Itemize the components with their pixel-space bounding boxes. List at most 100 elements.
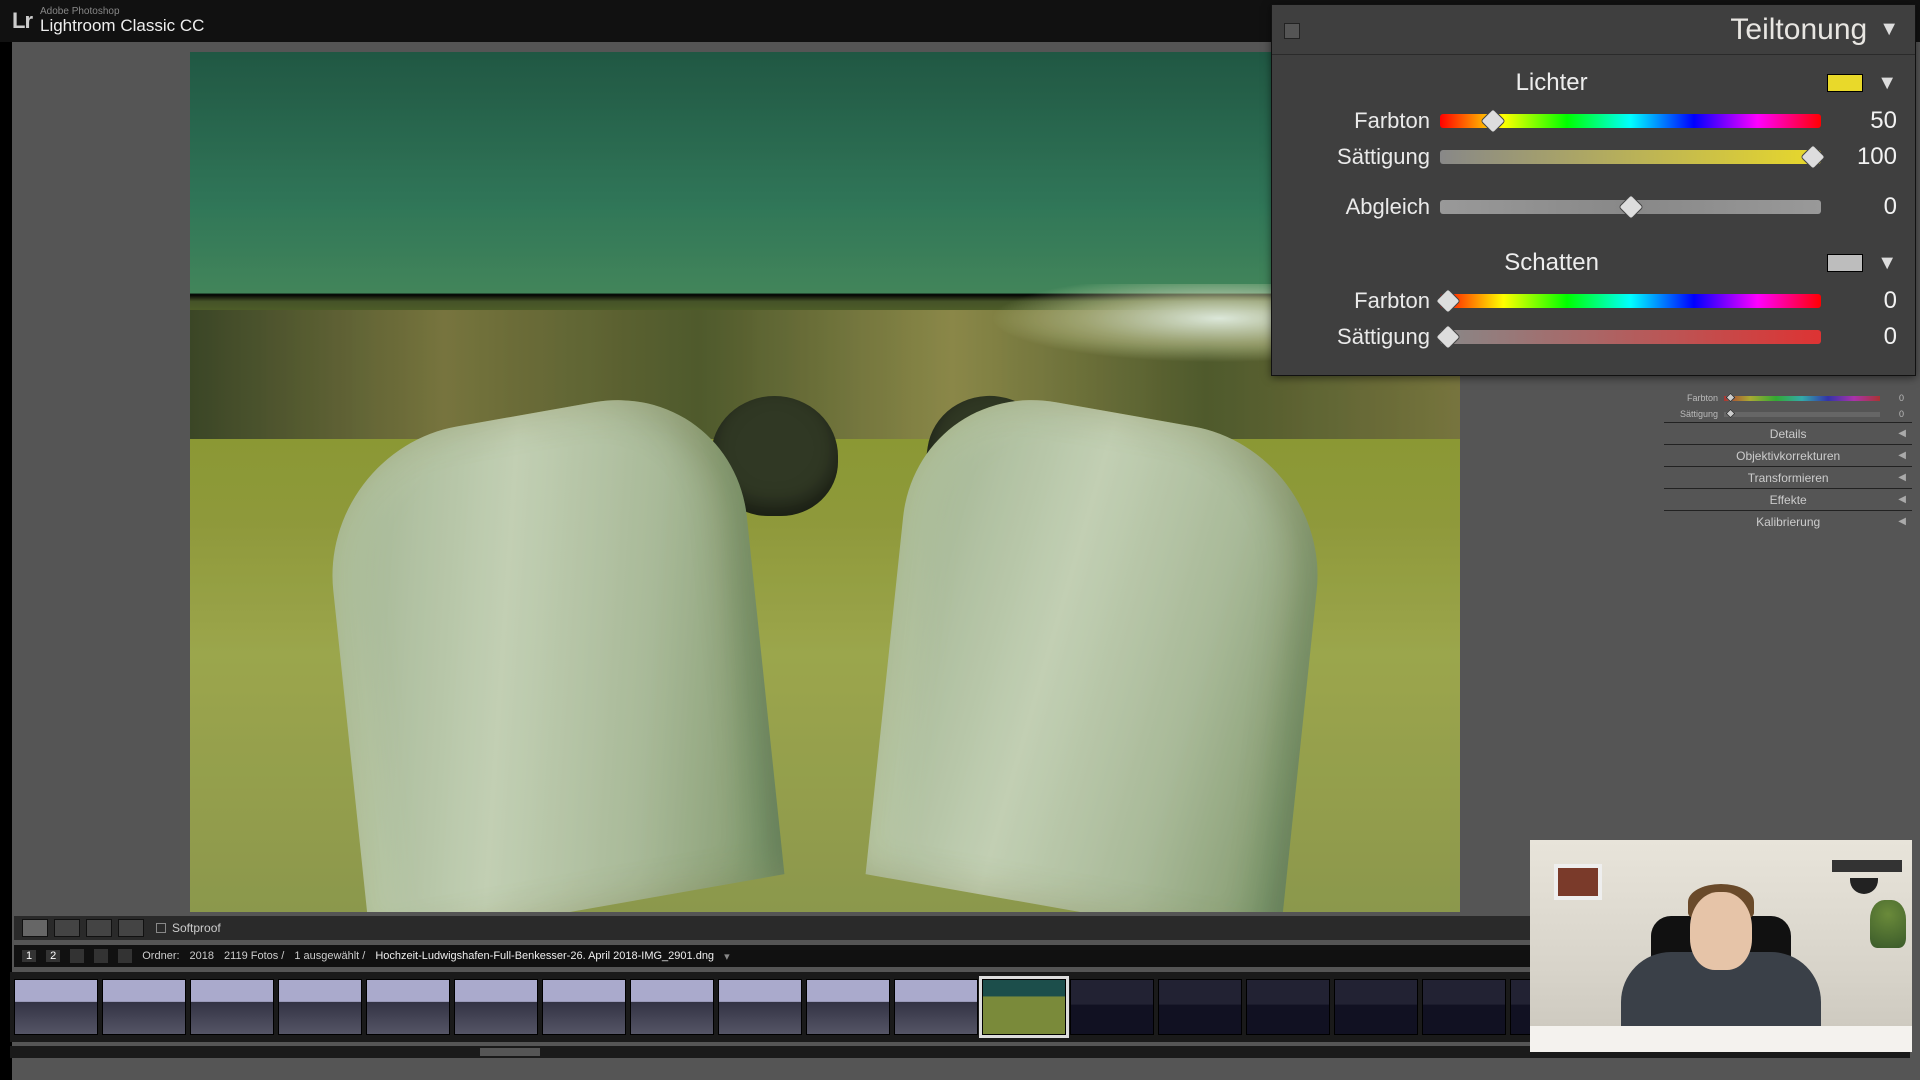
shadows-heading: Schatten	[1290, 249, 1813, 277]
filmstrip-thumbnail[interactable]	[1070, 979, 1154, 1035]
slider-thumb[interactable]	[1435, 324, 1460, 349]
filmstrip-thumbnail[interactable]	[366, 979, 450, 1035]
filmstrip-thumbnail[interactable]	[14, 979, 98, 1035]
mini-sat-slider[interactable]	[1724, 412, 1880, 417]
filmstrip-thumbnail[interactable]	[454, 979, 538, 1035]
highlights-sat-row: Sättigung 100	[1272, 139, 1915, 175]
photo-tint-overlay	[190, 52, 1460, 912]
filmstrip-thumbnail[interactable]	[718, 979, 802, 1035]
side-section-objektivkorrekturen[interactable]: Objektivkorrekturen◀	[1664, 444, 1912, 466]
shadows-hue-slider[interactable]	[1440, 294, 1821, 308]
section-label: Effekte	[1770, 493, 1807, 507]
shadows-picker-triangle-icon[interactable]: ▼	[1877, 252, 1897, 275]
softproof-toggle[interactable]: Softproof	[156, 921, 221, 935]
highlights-heading: Lichter	[1290, 69, 1813, 97]
balance-row: Abgleich 0	[1272, 189, 1915, 225]
shadows-sat-row: Sättigung 0	[1272, 319, 1915, 355]
webcam-wall-photo	[1554, 864, 1602, 900]
slider-thumb[interactable]	[1801, 144, 1826, 169]
filmstrip-thumbnail[interactable]	[630, 979, 714, 1035]
shadows-color-swatch[interactable]	[1827, 254, 1863, 272]
highlights-hue-slider[interactable]	[1440, 114, 1821, 128]
side-section-kalibrierung[interactable]: Kalibrierung◀	[1664, 510, 1912, 532]
scrollbar-thumb[interactable]	[480, 1048, 540, 1056]
slider-thumb[interactable]	[1726, 408, 1736, 418]
mini-hue-slider[interactable]	[1724, 396, 1880, 401]
highlights-sat-slider[interactable]	[1440, 150, 1821, 164]
collapse-triangle-icon[interactable]: ◀	[1898, 428, 1906, 439]
filmstrip-thumbnail[interactable]	[102, 979, 186, 1035]
toggle-switch-icon[interactable]	[1670, 452, 1678, 460]
webcam-plant	[1870, 900, 1906, 948]
filmstrip-thumbnail[interactable]	[542, 979, 626, 1035]
view-before-after-button[interactable]	[54, 919, 80, 937]
slider-thumb[interactable]	[1481, 108, 1506, 133]
filmstrip-thumbnail[interactable]	[806, 979, 890, 1035]
mini-sat-label: Sättigung	[1672, 409, 1718, 419]
shadows-hue-value[interactable]: 0	[1831, 287, 1897, 315]
toggle-switch-icon[interactable]	[1670, 430, 1678, 438]
current-filename[interactable]: Hochzeit-Ludwigshafen-Full-Benkesser-26.…	[375, 950, 714, 962]
toggle-switch-icon[interactable]	[1670, 474, 1678, 482]
section-label: Transformieren	[1748, 471, 1829, 485]
highlights-color-swatch[interactable]	[1827, 74, 1863, 92]
balance-slider[interactable]	[1440, 200, 1821, 214]
filmstrip-thumbnail[interactable]	[278, 979, 362, 1035]
collapse-triangle-icon[interactable]: ◀	[1898, 472, 1906, 483]
folder-label: Ordner:	[142, 950, 179, 962]
filmstrip-thumbnail[interactable]	[894, 979, 978, 1035]
view-survey-button[interactable]	[118, 919, 144, 937]
collapse-triangle-icon[interactable]: ◀	[1898, 494, 1906, 505]
webcam-overlay	[1530, 840, 1912, 1052]
highlights-sat-value[interactable]: 100	[1831, 143, 1897, 171]
mini-hue-value[interactable]: 0	[1886, 393, 1904, 403]
app-title-group: Adobe Photoshop Lightroom Classic CC	[40, 7, 204, 35]
highlights-hue-value[interactable]: 50	[1831, 107, 1897, 135]
panel-toggle-switch[interactable]	[1284, 23, 1300, 39]
mini-hue-row: Farbton 0	[1664, 390, 1912, 406]
checkbox-icon[interactable]	[156, 923, 166, 933]
side-section-effekte[interactable]: Effekte ◀	[1664, 488, 1912, 510]
highlights-sat-label: Sättigung	[1290, 144, 1430, 170]
collapse-triangle-icon[interactable]: ◀	[1898, 450, 1906, 461]
side-section-details[interactable]: Details◀	[1664, 422, 1912, 444]
main-image-preview[interactable]	[190, 52, 1460, 912]
filmstrip-thumbnail[interactable]	[1334, 979, 1418, 1035]
mini-hue-label: Farbton	[1672, 393, 1718, 403]
filmstrip-thumbnail[interactable]	[1246, 979, 1330, 1035]
side-section-transformieren[interactable]: Transformieren ◀	[1664, 466, 1912, 488]
nav-icon[interactable]	[118, 949, 132, 963]
toggle-switch-icon[interactable]	[1670, 518, 1678, 526]
slider-thumb[interactable]	[1726, 392, 1736, 402]
softproof-label: Softproof	[172, 921, 221, 935]
develop-side-panel: Farbton 0 Sättigung 0 Details◀Objektivko…	[1664, 390, 1912, 532]
collapse-triangle-icon[interactable]: ▼	[1879, 18, 1899, 41]
balance-value[interactable]: 0	[1831, 193, 1897, 221]
filmstrip-thumbnail[interactable]	[982, 979, 1066, 1035]
mini-sat-value[interactable]: 0	[1886, 409, 1904, 419]
collapse-triangle-icon[interactable]: ◀	[1898, 516, 1906, 527]
chevron-down-icon[interactable]: ▾	[724, 950, 730, 963]
filmstrip-thumbnail[interactable]	[1158, 979, 1242, 1035]
monitor-1-button[interactable]: 1	[22, 950, 36, 962]
monitor-2-button[interactable]: 2	[46, 950, 60, 962]
folder-name[interactable]: 2018	[190, 950, 214, 962]
photo-count: 2119 Fotos /	[224, 950, 284, 962]
webcam-shelf	[1832, 860, 1902, 872]
toggle-switch-icon[interactable]	[1670, 496, 1678, 504]
filmstrip-thumbnail[interactable]	[1422, 979, 1506, 1035]
filmstrip-thumbnail[interactable]	[190, 979, 274, 1035]
view-compare-button[interactable]	[86, 919, 112, 937]
view-loupe-button[interactable]	[22, 919, 48, 937]
highlights-section-header: Lichter ▼	[1272, 55, 1915, 103]
panel-header[interactable]: Teiltonung ▼	[1272, 5, 1915, 55]
grid-icon[interactable]	[70, 949, 84, 963]
slider-thumb[interactable]	[1435, 288, 1460, 313]
sort-icon[interactable]	[94, 949, 108, 963]
panel-title: Teiltonung	[1730, 13, 1867, 47]
shadows-sat-value[interactable]: 0	[1831, 323, 1897, 351]
slider-thumb[interactable]	[1618, 194, 1643, 219]
shadows-sat-slider[interactable]	[1440, 330, 1821, 344]
mini-sat-row: Sättigung 0	[1664, 406, 1912, 422]
highlights-picker-triangle-icon[interactable]: ▼	[1877, 72, 1897, 95]
